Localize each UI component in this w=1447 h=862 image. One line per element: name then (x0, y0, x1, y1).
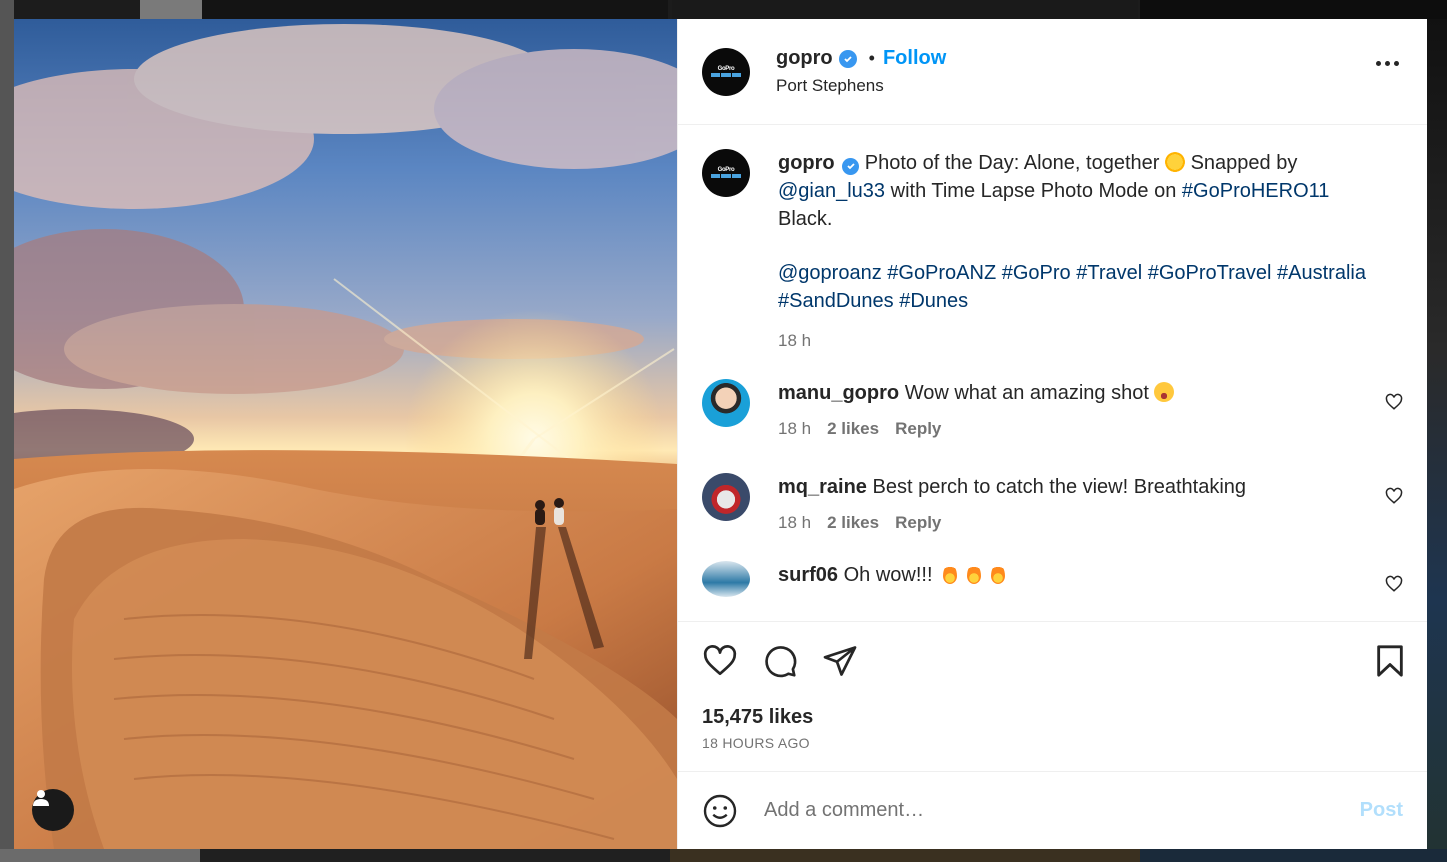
caption-tags[interactable]: #SandDunes #Dunes (778, 287, 1378, 315)
avatar[interactable] (702, 473, 750, 521)
caption-username[interactable]: gopro (778, 152, 835, 174)
comment-item: surf06 Oh wow!!! (702, 561, 1403, 597)
caption-text: Black. (778, 208, 833, 230)
comment-input[interactable] (764, 799, 1360, 822)
feed-tile[interactable] (1427, 19, 1447, 849)
caption-text: Snapped by (1190, 152, 1298, 174)
comment-username[interactable]: mq_raine (778, 476, 867, 498)
sun-emoji-icon (1165, 152, 1185, 172)
avatar[interactable]: GoPro (702, 47, 750, 96)
mention-link[interactable]: @gian_lu33 (778, 180, 885, 202)
comment-text: Best perch to catch the view! Breathtaki… (872, 476, 1247, 498)
action-bar: 15,475 likes 18 HOURS AGO (678, 621, 1427, 771)
fire-emoji-icon (967, 564, 982, 584)
caption-tags[interactable]: @goproanz #GoProANZ #GoPro #Travel #GoPr… (778, 259, 1378, 287)
likes-count[interactable]: 15,475 likes (702, 706, 1403, 729)
comment-time[interactable]: 18 h (778, 509, 811, 537)
gopro-logo: GoPro (711, 66, 741, 78)
separator: • (868, 48, 875, 68)
avatar[interactable] (702, 379, 750, 427)
comment-likes[interactable]: 2 likes (827, 509, 879, 537)
verified-badge-icon (838, 49, 857, 68)
comment-bubble-icon[interactable] (762, 643, 798, 679)
verified-badge-icon (842, 157, 860, 175)
comment-username[interactable]: manu_gopro (778, 382, 899, 404)
post-side-panel: GoPro gopro • Follow Port Stephens GoPro… (677, 19, 1427, 849)
feed-tile[interactable] (0, 849, 1447, 862)
comments-list[interactable]: GoPro gopro Photo of the Day: Alone, tog… (678, 125, 1427, 621)
fire-emoji-icon (943, 564, 958, 584)
add-comment-bar: Post (678, 771, 1427, 849)
comment-item: manu_gopro Wow what an amazing shot 18 h… (702, 379, 1403, 443)
share-send-icon[interactable] (822, 643, 858, 679)
post-username[interactable]: gopro (776, 47, 833, 70)
feed-tile[interactable] (1140, 0, 1447, 19)
feed-tile[interactable] (202, 0, 668, 19)
like-heart-icon[interactable] (702, 643, 738, 679)
like-comment-heart-icon[interactable] (1385, 393, 1403, 416)
comment-item: mq_raine Best perch to catch the view! B… (702, 473, 1403, 537)
like-comment-heart-icon[interactable] (1385, 575, 1403, 598)
comment-text: Oh wow!!! (843, 564, 933, 586)
comment-likes[interactable]: 2 likes (827, 415, 879, 443)
avatar[interactable] (702, 561, 750, 597)
comment-username[interactable]: surf06 (778, 564, 838, 586)
caption-text: Photo of the Day: Alone, together (864, 152, 1160, 174)
logo-text: GoPro (717, 167, 735, 173)
fire-emoji-icon (991, 564, 1006, 584)
like-comment-heart-icon[interactable] (1385, 487, 1403, 510)
post-comment-button[interactable]: Post (1360, 799, 1403, 822)
gopro-logo: GoPro (711, 167, 741, 179)
feed-tile[interactable] (140, 0, 202, 19)
comment-time[interactable]: 18 h (778, 415, 811, 443)
caption-text: with Time Lapse Photo Mode on (890, 180, 1177, 202)
post-timestamp[interactable]: 18 HOURS AGO (702, 735, 1403, 751)
caption: GoPro gopro Photo of the Day: Alone, tog… (702, 149, 1403, 355)
tagged-users-button[interactable] (32, 789, 74, 831)
post-modal: GoPro gopro • Follow Port Stephens GoPro… (14, 19, 1427, 849)
avatar[interactable]: GoPro (702, 149, 750, 197)
comment-text: Wow what an amazing shot (904, 382, 1149, 404)
star-struck-emoji-icon (1154, 382, 1175, 402)
desert-sunset-photo (14, 24, 677, 849)
bookmark-icon[interactable] (1375, 644, 1405, 683)
person-icon (33, 790, 49, 806)
follow-button[interactable]: Follow (883, 47, 946, 70)
feed-tile[interactable] (672, 0, 1138, 19)
hashtag-link[interactable]: #GoProHERO11 (1182, 180, 1329, 202)
caption-timestamp[interactable]: 18 h (778, 327, 1378, 355)
post-location[interactable]: Port Stephens (776, 76, 946, 96)
more-options-icon[interactable] (1376, 61, 1399, 66)
post-image[interactable] (14, 19, 677, 849)
reply-button[interactable]: Reply (895, 415, 941, 443)
post-header: GoPro gopro • Follow Port Stephens (678, 19, 1427, 125)
logo-text: GoPro (717, 65, 735, 72)
reply-button[interactable]: Reply (895, 509, 941, 537)
emoji-picker-icon[interactable] (702, 793, 738, 829)
